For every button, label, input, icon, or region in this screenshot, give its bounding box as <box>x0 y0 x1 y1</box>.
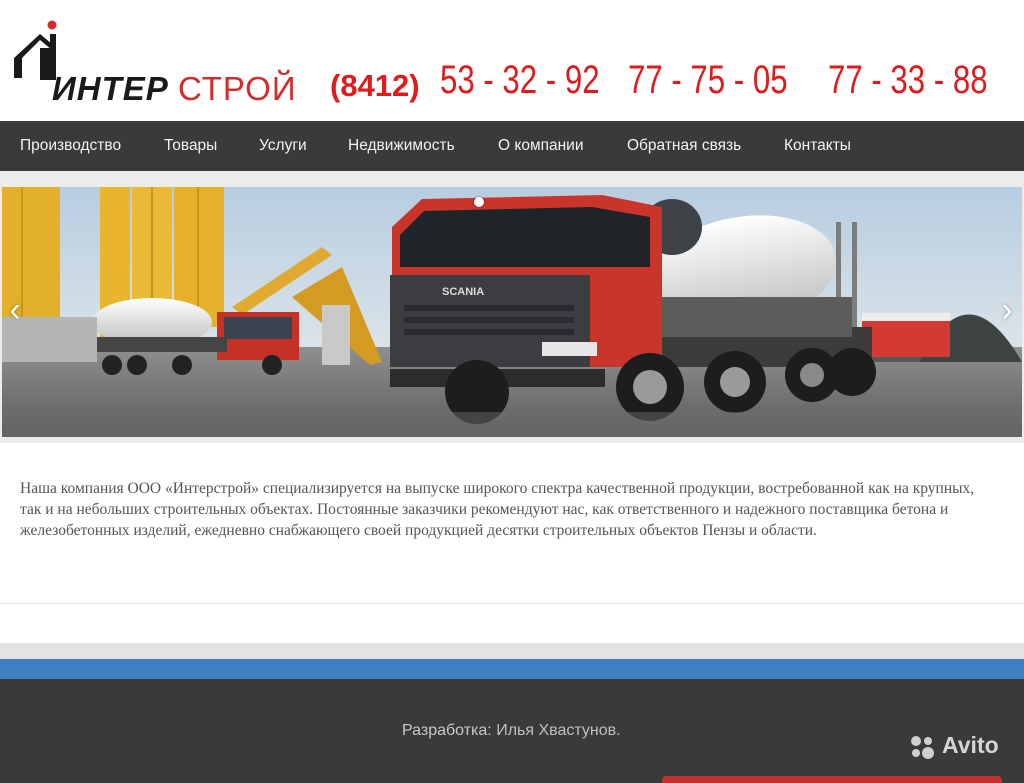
nav-item-production[interactable]: Производство <box>20 121 121 171</box>
site-logo[interactable]: ИНТЕР СТРОЙ <box>12 18 312 108</box>
nav-item-real-estate[interactable]: Недвижимость <box>348 121 455 171</box>
phone-number-3[interactable]: 77 - 33 - 88 <box>828 58 988 103</box>
slider-prev-button[interactable]: ‹ <box>4 290 26 330</box>
footer-credit: Разработка: Илья Хвастунов. <box>402 722 621 740</box>
phone-area-code: (8412) <box>330 68 420 103</box>
slider-indicator-dot[interactable] <box>474 197 484 207</box>
phone-number-1[interactable]: 53 - 32 - 92 <box>440 58 600 103</box>
nav-item-contacts[interactable]: Контакты <box>784 121 851 171</box>
slider-next-button[interactable]: › <box>996 290 1018 330</box>
truck-brand-label: SCANIA <box>442 286 484 298</box>
chevron-left-icon: ‹ <box>9 291 21 329</box>
hero-slider-image: SCANIA <box>2 187 1022 437</box>
nav-item-products[interactable]: Товары <box>164 121 217 171</box>
company-description: Наша компания ООО «Интерстрой» специализ… <box>20 480 975 539</box>
footer-author-link[interactable]: Илья Хвастунов. <box>496 722 620 739</box>
site-header: ИНТЕР СТРОЙ (8412) 53 - 32 - 92 77 - 75 … <box>0 0 1024 121</box>
gray-separator <box>0 643 1024 659</box>
avito-watermark-text: Avito <box>942 732 999 758</box>
avito-logo-icon <box>911 736 934 759</box>
blue-separator <box>0 659 1024 679</box>
chevron-right-icon: › <box>1001 291 1013 329</box>
phone-number-2[interactable]: 77 - 75 - 05 <box>628 58 788 103</box>
logo-text-stroy: СТРОЙ <box>178 70 297 107</box>
nav-item-feedback[interactable]: Обратная связь <box>627 121 741 171</box>
red-tab-edge <box>662 776 1002 783</box>
nav-item-services[interactable]: Услуги <box>259 121 307 171</box>
nav-item-about[interactable]: О компании <box>498 121 584 171</box>
main-navigation: Производство Товары Услуги Недвижимость … <box>0 121 1024 171</box>
footer-credit-label: Разработка: <box>402 722 492 739</box>
logo-text-inter: ИНТЕР <box>52 70 169 107</box>
content-divider <box>0 603 1024 604</box>
